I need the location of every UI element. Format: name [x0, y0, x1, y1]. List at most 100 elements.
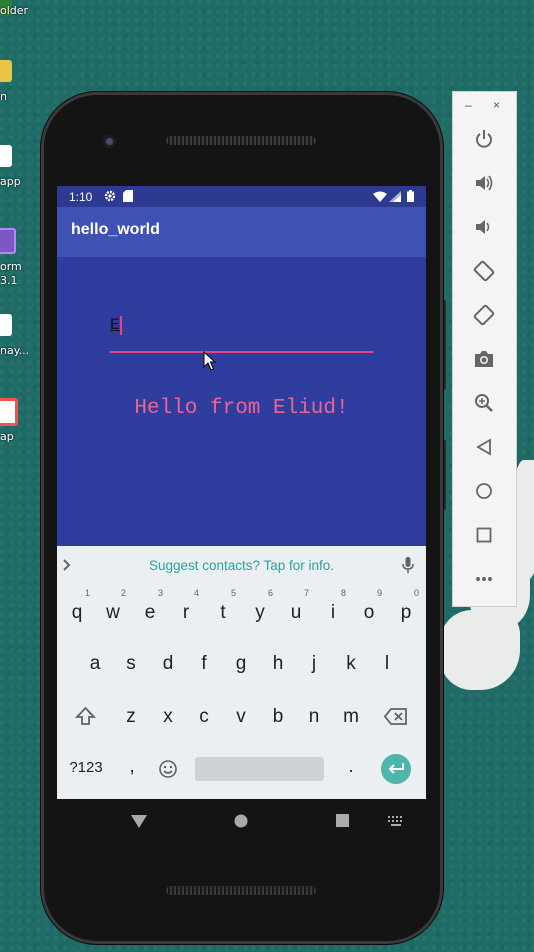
desktop-icon-label: orm	[0, 260, 22, 273]
key-h[interactable]: h	[263, 653, 293, 675]
key-u[interactable]: u7	[281, 588, 311, 624]
emulator-back-button[interactable]	[471, 434, 497, 460]
status-bar: 1:10	[57, 186, 426, 207]
spacebar[interactable]	[195, 757, 324, 781]
zoom-button[interactable]	[471, 390, 497, 416]
key-w[interactable]: w2	[98, 588, 128, 624]
key-d[interactable]: d	[153, 653, 183, 675]
key-n[interactable]: n	[299, 706, 329, 728]
key-s[interactable]: s	[116, 653, 146, 675]
key-i[interactable]: i8	[318, 588, 348, 624]
volume-up-icon	[476, 175, 493, 191]
back-icon	[476, 438, 491, 456]
close-button[interactable]: ×	[493, 98, 500, 112]
signal-icon	[389, 191, 401, 202]
contacts-suggestion[interactable]: Suggest contacts? Tap for info.	[57, 558, 426, 573]
key-c[interactable]: c	[189, 706, 219, 728]
shift-icon[interactable]	[75, 706, 96, 727]
desktop-icon-label: ap	[0, 430, 14, 443]
keyboard-switch-icon[interactable]	[388, 816, 404, 826]
app-icon	[0, 228, 16, 254]
key-g[interactable]: g	[226, 653, 256, 675]
gear-icon	[104, 190, 116, 202]
home-icon	[476, 483, 492, 499]
key-v[interactable]: v	[226, 706, 256, 728]
volume-up-button[interactable]	[471, 170, 497, 196]
minimize-button[interactable]: –	[465, 98, 472, 112]
key-l[interactable]: l	[372, 653, 402, 675]
enter-icon	[388, 763, 404, 774]
top-speaker	[166, 136, 316, 145]
backspace-icon[interactable]	[384, 708, 408, 725]
volume-down-icon	[476, 220, 490, 234]
main-content: E Hello from Eliud!	[57, 257, 426, 547]
symbols-key[interactable]: ?123	[66, 759, 106, 776]
key-x[interactable]: x	[153, 706, 183, 728]
overview-icon[interactable]	[336, 814, 349, 827]
key-y[interactable]: y6	[245, 588, 275, 624]
camera-icon	[475, 351, 493, 367]
document-icon	[0, 314, 12, 336]
key-f[interactable]: f	[189, 653, 219, 675]
microphone-icon[interactable]	[402, 557, 414, 574]
more-button[interactable]	[471, 566, 497, 592]
key-q[interactable]: q1	[62, 588, 92, 624]
rotate-right-icon	[473, 304, 495, 326]
file-icon	[0, 60, 12, 82]
battery-icon	[407, 190, 414, 202]
emoji-icon[interactable]	[158, 759, 178, 779]
status-time: 1:10	[69, 190, 93, 204]
greeting-text: Hello from Eliud!	[134, 397, 349, 420]
suggestion-strip: Suggest contacts? Tap for info.	[57, 546, 426, 586]
emulator-toolbar: – ×	[452, 91, 517, 607]
overview-icon	[476, 527, 492, 543]
back-icon[interactable]	[131, 815, 147, 828]
emulator-home-button[interactable]	[471, 478, 497, 504]
key-k[interactable]: k	[336, 653, 366, 675]
desktop-icon-label: app	[0, 175, 21, 188]
rotate-left-button[interactable]	[471, 258, 497, 284]
device-screen: 1:10 hello_world E Hello from Eliud! Sug…	[57, 186, 426, 799]
text-cursor	[120, 316, 122, 335]
zoom-icon	[475, 394, 493, 412]
key-o[interactable]: o9	[354, 588, 384, 624]
key-z[interactable]: z	[116, 706, 146, 728]
desktop-icon-label: nay...	[0, 344, 30, 357]
mouse-pointer-icon	[203, 351, 216, 371]
desktop-icon-label: 3.1	[0, 274, 18, 287]
bottom-speaker	[166, 886, 316, 895]
power-button[interactable]	[471, 126, 497, 152]
desktop-icon-label: n	[0, 90, 7, 103]
emulator-overview-button[interactable]	[471, 522, 497, 548]
key-comma[interactable]: ,	[117, 756, 147, 778]
key-j[interactable]: j	[299, 653, 329, 675]
volume-down-button[interactable]	[471, 214, 497, 240]
navigation-bar	[57, 799, 426, 845]
enter-button[interactable]	[381, 754, 411, 784]
document-icon	[0, 145, 12, 167]
soft-keyboard: Suggest contacts? Tap for info. q1 w2 e3…	[57, 546, 426, 799]
sd-card-icon	[123, 190, 133, 202]
rotate-left-icon	[473, 260, 495, 282]
key-p[interactable]: p0	[391, 588, 421, 624]
key-m[interactable]: m	[336, 706, 366, 728]
rotate-right-button[interactable]	[471, 302, 497, 328]
image-icon	[0, 398, 18, 426]
front-camera	[103, 135, 116, 148]
key-e[interactable]: e3	[135, 588, 165, 624]
key-r[interactable]: r4	[171, 588, 201, 624]
power-icon	[476, 130, 492, 148]
text-input[interactable]: E	[110, 315, 373, 353]
screenshot-button[interactable]	[471, 346, 497, 372]
home-icon[interactable]	[234, 814, 248, 828]
app-bar: hello_world	[57, 207, 426, 257]
more-icon	[476, 577, 492, 581]
key-t[interactable]: t5	[208, 588, 238, 624]
key-b[interactable]: b	[263, 706, 293, 728]
key-a[interactable]: a	[80, 653, 110, 675]
wifi-icon	[373, 191, 387, 202]
text-input-value: E	[110, 316, 120, 334]
desktop-icon-label: older	[0, 4, 29, 17]
app-title: hello_world	[71, 221, 160, 238]
key-period[interactable]: .	[336, 756, 366, 778]
